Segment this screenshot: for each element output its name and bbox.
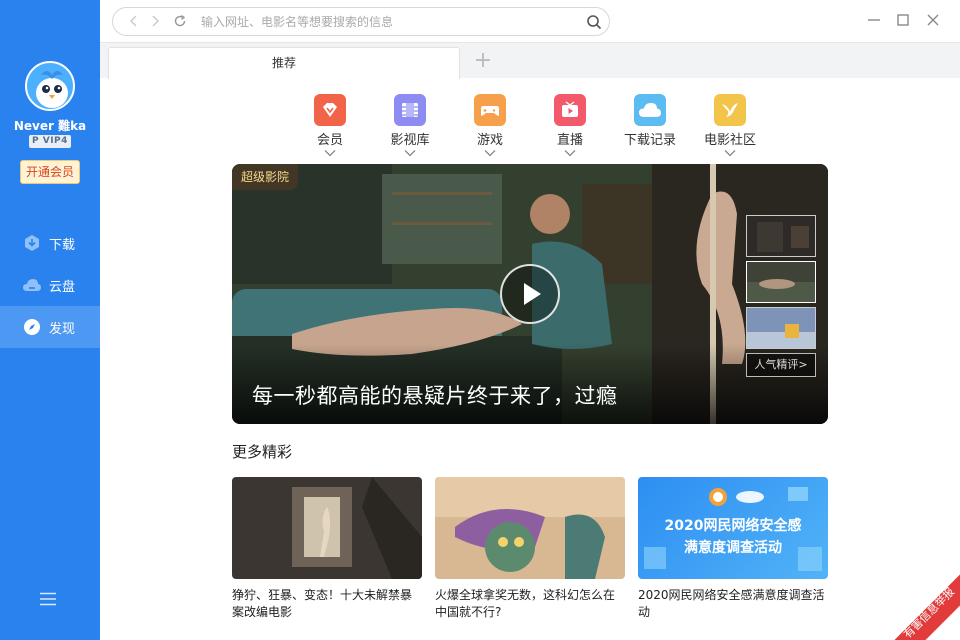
category-film-library[interactable]: 影视库 (370, 94, 450, 157)
sidebar-item-label: 发现 (49, 321, 76, 337)
chevron-down-icon (404, 150, 416, 157)
refresh-icon[interactable] (173, 14, 187, 28)
content-card[interactable]: 狰狞、狂暴、变态！十大未解禁暴案改编电影 (232, 477, 422, 621)
sidebar-item-discover[interactable]: 发现 (0, 306, 100, 348)
tab-recommend[interactable]: 推荐 (108, 47, 460, 79)
card-image: 2020网民网络安全感 满意度调查活动 (638, 477, 828, 579)
popular-reviews-link[interactable]: 人气精评> (746, 353, 816, 377)
vip-icon (314, 94, 346, 126)
hero-thumbnail[interactable] (746, 307, 816, 349)
minimize-icon[interactable] (866, 12, 882, 28)
compass-icon (22, 317, 42, 337)
hero-thumbnail[interactable] (746, 215, 816, 257)
open-vip-button[interactable]: 开通会员 (20, 160, 80, 184)
category-film-community[interactable]: 电影社区 (690, 94, 770, 157)
category-vip[interactable]: 会员 (290, 94, 370, 157)
category-label: 电影社区 (703, 133, 756, 148)
avatar[interactable] (25, 61, 75, 111)
category-label: 下载记录 (623, 133, 676, 148)
chevron-down-icon (724, 150, 736, 157)
category-label: 影视库 (390, 133, 430, 148)
address-bar (112, 7, 610, 36)
hero-banner[interactable]: 超级影院 人气精评> 每一秒都高能的悬疑片终于来了，过瘾 (232, 164, 828, 424)
play-button[interactable] (500, 264, 560, 324)
username: Never 難ka (13, 119, 87, 133)
card-image (232, 477, 422, 579)
play-icon (524, 283, 541, 305)
hero-thumbnail[interactable] (746, 261, 816, 303)
banner-text: 2020网民网络安全感 (664, 518, 802, 534)
bird-icon (714, 94, 746, 126)
search-input[interactable] (201, 13, 571, 31)
new-tab-button[interactable]: + (472, 50, 494, 73)
gamepad-icon (474, 94, 506, 126)
banner-text: 满意度调查活动 (684, 540, 782, 556)
back-icon[interactable] (127, 14, 141, 28)
hero-title: 每一秒都高能的悬疑片终于来了，过瘾 (252, 384, 618, 408)
bird-avatar-icon (36, 71, 68, 108)
top-bar (100, 0, 960, 42)
app-window: Never 難ka P VIP4 开通会员 下载 云盘 发现 输入网址、电影名等… (0, 0, 960, 640)
category-label: 会员 (316, 133, 343, 148)
content-card[interactable]: 2020网民网络安全感 满意度调查活动 2020网民网络安全感满意度调查活动 (638, 477, 828, 621)
sidebar-item-label: 下载 (49, 237, 76, 253)
download-icon (22, 233, 42, 253)
sidebar: Never 難ka P VIP4 开通会员 下载 云盘 发现 (0, 0, 100, 640)
card-title: 2020网民网络安全感满意度调查活动 (638, 588, 825, 619)
forward-icon[interactable] (148, 14, 162, 28)
menu-icon[interactable] (39, 592, 57, 606)
cloud-icon (22, 275, 42, 295)
chevron-down-icon (484, 150, 496, 157)
tv-icon (554, 94, 586, 126)
search-icon[interactable] (586, 14, 602, 30)
section-title: 更多精彩 (232, 443, 293, 461)
category-download-history[interactable]: 下载记录 (610, 94, 690, 148)
film-icon (394, 94, 426, 126)
category-live[interactable]: 直播 (530, 94, 610, 157)
chevron-down-icon (564, 150, 576, 157)
maximize-icon[interactable] (895, 12, 911, 28)
tab-bar: 推荐 + (100, 42, 960, 79)
category-label: 直播 (556, 133, 583, 148)
sidebar-item-cloud[interactable]: 云盘 (0, 264, 100, 306)
content-card[interactable]: 火爆全球拿奖无数，这科幻怎么在中国就不行? (435, 477, 625, 621)
vip-level-badge: P VIP4 (29, 135, 71, 148)
sidebar-item-label: 云盘 (49, 279, 76, 295)
chevron-down-icon (324, 150, 336, 157)
close-icon[interactable] (925, 12, 941, 28)
card-title: 火爆全球拿奖无数，这科幻怎么在中国就不行? (435, 588, 616, 619)
cloud-icon (634, 94, 666, 126)
report-harmful-info-badge[interactable]: 有害信息举报 (886, 570, 960, 640)
card-image (435, 477, 625, 579)
hero-tag: 超级影院 (232, 164, 299, 190)
sidebar-item-download[interactable]: 下载 (0, 222, 100, 264)
card-title: 狰狞、狂暴、变态！十大未解禁暴案改编电影 (232, 588, 413, 619)
category-games[interactable]: 游戏 (450, 94, 530, 157)
category-label: 游戏 (476, 133, 503, 148)
